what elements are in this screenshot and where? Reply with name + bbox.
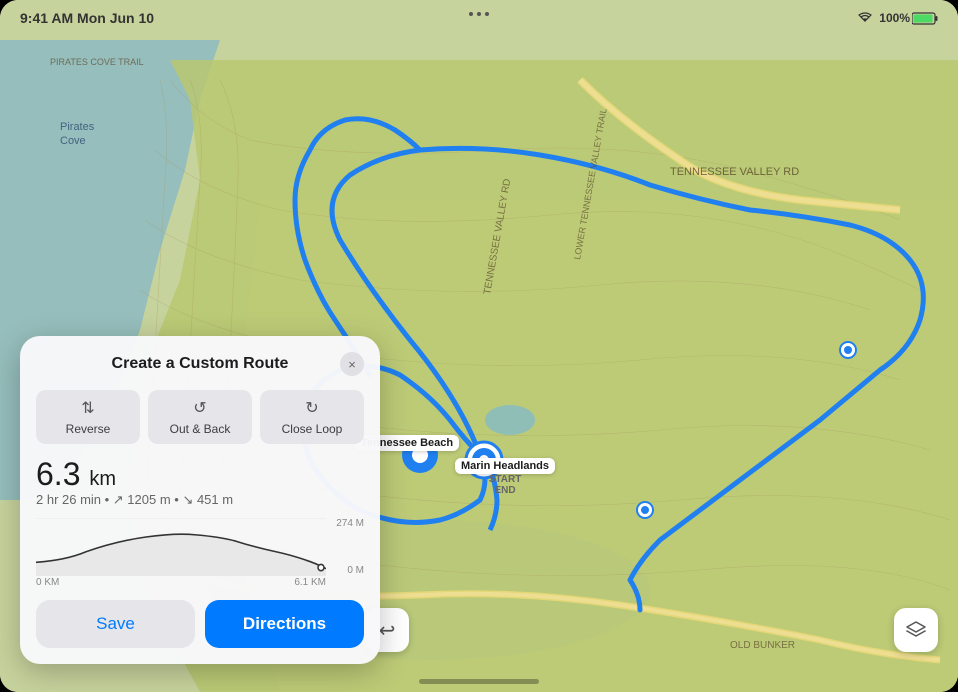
status-time: 9:41 AM Mon Jun 10 bbox=[20, 10, 154, 26]
reverse-button[interactable]: ⇅ Reverse bbox=[36, 390, 140, 444]
status-icons: 100% bbox=[857, 11, 938, 26]
reverse-icon: ⇅ bbox=[81, 398, 94, 418]
chart-x-start: 0 KM bbox=[36, 577, 59, 588]
close-button[interactable]: × bbox=[340, 352, 364, 376]
custom-route-panel: Create a Custom Route × ⇅ Reverse ↺ Out … bbox=[20, 336, 380, 664]
chart-y-top: 274 M bbox=[329, 518, 364, 529]
stats-area: 6.3 km 2 hr 26 min • ↗ 1205 m • ↘ 451 m bbox=[36, 458, 364, 508]
save-button[interactable]: Save bbox=[36, 600, 195, 648]
end-label: END bbox=[494, 485, 515, 496]
close-icon: × bbox=[348, 357, 356, 372]
dot-2 bbox=[477, 12, 481, 16]
marin-headlands-label: Marin Headlands bbox=[455, 458, 555, 474]
wifi-icon bbox=[857, 11, 873, 26]
distance-value: 6.3 bbox=[36, 456, 80, 492]
dot-3 bbox=[485, 12, 489, 16]
close-loop-label: Close Loop bbox=[282, 422, 343, 436]
save-label: Save bbox=[96, 614, 135, 633]
distance-display: 6.3 km bbox=[36, 458, 364, 490]
layers-button[interactable] bbox=[894, 608, 938, 652]
layers-icon bbox=[905, 619, 927, 641]
start-label: START bbox=[489, 474, 522, 485]
elevation-svg bbox=[36, 518, 326, 576]
dot-1 bbox=[469, 12, 473, 16]
chart-y-bottom: 0 M bbox=[329, 565, 364, 576]
out-back-icon: ↺ bbox=[193, 398, 206, 418]
panel-header: Create a Custom Route × bbox=[36, 352, 364, 376]
chart-x-labels: 0 KM 6.1 KM bbox=[36, 577, 326, 588]
close-loop-button[interactable]: ↻ Close Loop bbox=[260, 390, 364, 444]
out-back-label: Out & Back bbox=[170, 422, 231, 436]
close-loop-icon: ↻ bbox=[305, 398, 318, 418]
start-end-label: START END bbox=[455, 474, 555, 496]
svg-text:OLD BUNKER: OLD BUNKER bbox=[730, 640, 795, 651]
svg-text:TENNESSEE VALLEY RD: TENNESSEE VALLEY RD bbox=[670, 166, 799, 178]
status-bar: 9:41 AM Mon Jun 10 100% bbox=[0, 0, 958, 36]
directions-label: Directions bbox=[243, 614, 326, 633]
svg-text:PIRATES COVE TRAIL: PIRATES COVE TRAIL bbox=[50, 57, 144, 67]
directions-button[interactable]: Directions bbox=[205, 600, 364, 648]
screen: TENNESSEE VALLEY RD TENNESSEE VALLEY RD … bbox=[0, 0, 958, 692]
stats-detail: 2 hr 26 min • ↗ 1205 m • ↘ 451 m bbox=[36, 492, 364, 508]
chart-y-labels: 274 M 0 M bbox=[329, 518, 364, 576]
undo-icon: ↩ bbox=[379, 618, 396, 643]
chart-x-end: 6.1 KM bbox=[294, 577, 326, 588]
elevation-chart: 274 M 0 M 0 KM 6.1 KM bbox=[36, 518, 364, 588]
reverse-label: Reverse bbox=[66, 422, 111, 436]
svg-text:Cove: Cove bbox=[60, 135, 86, 147]
distance-unit: km bbox=[89, 468, 116, 490]
chart-svg-wrap bbox=[36, 518, 326, 576]
route-type-buttons: ⇅ Reverse ↺ Out & Back ↻ Close Loop bbox=[36, 390, 364, 444]
home-indicator[interactable] bbox=[419, 679, 539, 684]
battery-percent: 100% bbox=[879, 11, 910, 25]
panel-title: Create a Custom Route bbox=[60, 355, 340, 373]
marin-headlands-pin: Marin Headlands START END bbox=[455, 458, 555, 496]
three-dots-menu[interactable] bbox=[469, 12, 489, 16]
out-and-back-button[interactable]: ↺ Out & Back bbox=[148, 390, 252, 444]
battery-icon: 100% bbox=[879, 11, 938, 25]
svg-text:Pirates: Pirates bbox=[60, 121, 95, 133]
action-buttons: Save Directions bbox=[36, 600, 364, 648]
